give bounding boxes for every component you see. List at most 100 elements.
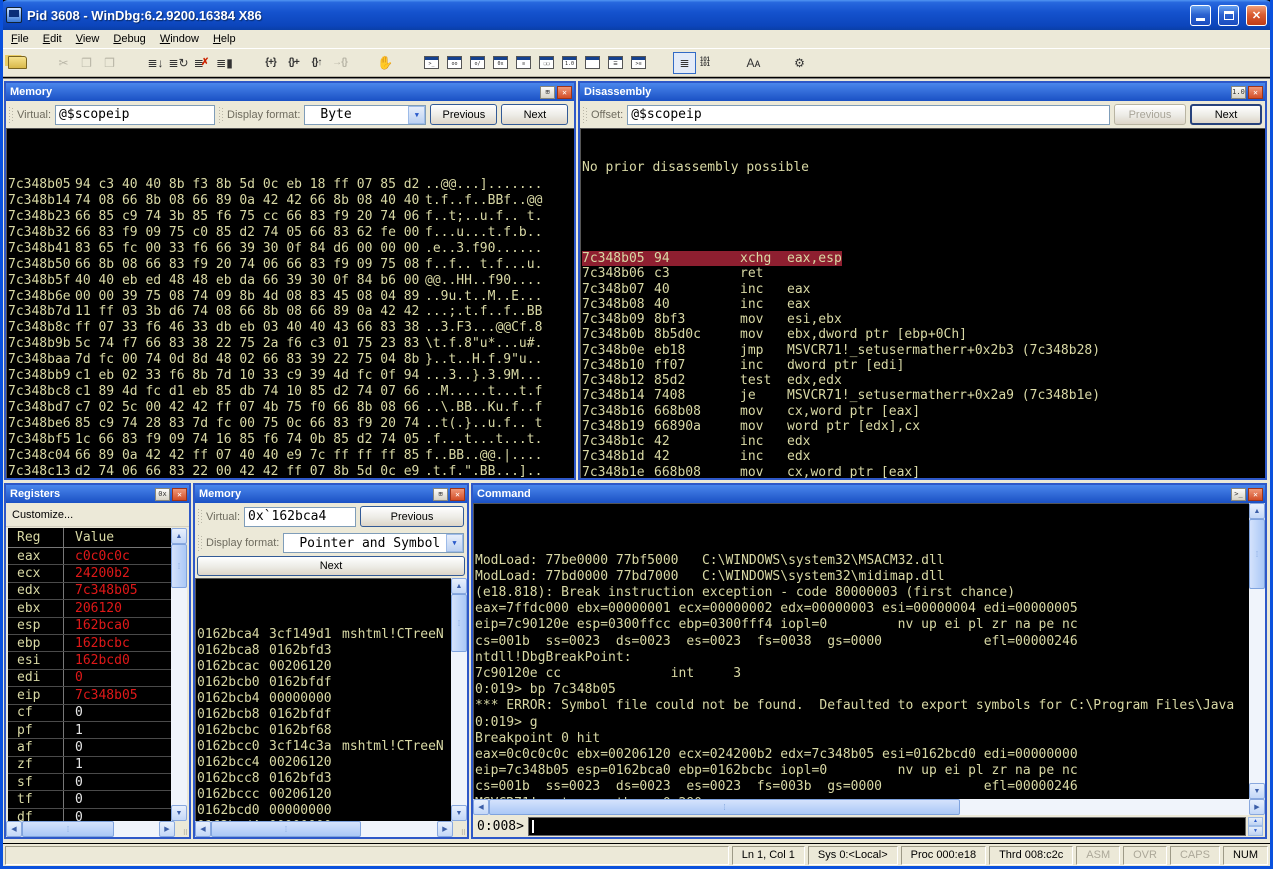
next-button[interactable]: Next <box>501 104 569 125</box>
command-close-icon[interactable] <box>1248 487 1263 501</box>
step-over-button[interactable]: {}+ <box>282 52 305 74</box>
step-into-button[interactable]: {+} <box>259 52 282 74</box>
go-button[interactable]: ≣↓ <box>144 52 167 74</box>
disassembly-dock-icon[interactable]: 1.0 <box>1231 85 1246 99</box>
command-spinner[interactable]: ▲ ▼ <box>1248 816 1263 836</box>
scrollbar-thumb[interactable] <box>22 821 114 837</box>
scroll-up-icon[interactable]: ▲ <box>1249 503 1265 519</box>
scroll-right-icon[interactable]: ▶ <box>1249 799 1265 815</box>
maximize-button[interactable] <box>1218 4 1239 26</box>
menu-debug[interactable]: Debug <box>106 31 152 48</box>
scroll-up-icon[interactable]: ▲ <box>171 528 187 544</box>
scroll-left-icon[interactable]: ◀ <box>473 799 489 815</box>
command-hscrollbar[interactable]: ◀ ▶ <box>473 799 1265 815</box>
options-button[interactable]: ⚙ <box>788 52 811 74</box>
open-source-file-button[interactable] <box>6 52 29 74</box>
registers-panel-title-bar: Registers 0x <box>6 485 189 503</box>
registers-window-button[interactable]: 0x <box>489 52 512 74</box>
paste-button[interactable]: ❒ <box>98 52 121 74</box>
memory-hex-dump[interactable]: 7c348b05 94 c3 40 40 8b f3 8b 5d 0c eb 18… <box>6 128 574 478</box>
restart-button[interactable]: ≣↻ <box>167 52 190 74</box>
command-line: eip=7c90120e esp=0300ffcc ebp=0300fff4 i… <box>475 617 1078 633</box>
memory2-dock-icon[interactable]: ⊞ <box>433 487 448 501</box>
command-window-button[interactable]: >_ <box>420 52 443 74</box>
memory-window-button[interactable]: ≡ <box>512 52 535 74</box>
command-browser-window-button[interactable]: >≡ <box>627 52 650 74</box>
scrollbar-thumb[interactable] <box>1249 519 1265 589</box>
watch-window-button[interactable]: oo <box>443 52 466 74</box>
font-button[interactable]: Aᴀ <box>742 52 765 74</box>
memory-dock-icon[interactable]: ⊞ <box>540 85 555 99</box>
previous-button[interactable]: Previous <box>430 104 498 125</box>
scroll-right-icon[interactable]: ▶ <box>437 821 453 837</box>
call-stack-window-button[interactable]: ❏❏ <box>535 52 558 74</box>
command-output[interactable]: ModLoad: 77be0000 77bf5000 C:\WINDOWS\sy… <box>473 503 1249 799</box>
command-input[interactable] <box>527 816 1246 836</box>
locals-window-button[interactable]: o/ <box>466 52 489 74</box>
virtual-address-input[interactable] <box>55 104 216 125</box>
chevron-down-icon[interactable]: ▼ <box>446 534 463 552</box>
copy-button[interactable]: ❐ <box>75 52 98 74</box>
memory-close-icon[interactable] <box>557 85 572 99</box>
virtual-address-input[interactable] <box>244 506 357 527</box>
source-mode-toggle-button[interactable]: ≣ <box>673 51 696 74</box>
toolbar-separator <box>397 52 420 74</box>
next-button[interactable]: Next <box>197 556 465 576</box>
menu-edit[interactable]: Edit <box>36 31 69 48</box>
memory-row: 0162bcac 00206120 <box>197 659 332 674</box>
scrollbar-thumb[interactable] <box>489 799 961 815</box>
scroll-left-icon[interactable]: ◀ <box>195 821 211 837</box>
scroll-down-icon[interactable]: ▼ <box>171 805 187 821</box>
previous-button[interactable]: Previous <box>1114 104 1186 125</box>
display-format-select[interactable]: Byte ▼ <box>304 104 427 125</box>
offset-input[interactable] <box>627 104 1110 125</box>
disassembly-window-button[interactable]: 1.0 <box>558 52 581 74</box>
scroll-left-icon[interactable]: ◀ <box>6 821 22 837</box>
memory2-dump[interactable]: 0162bca4 3cf149d1 mshtml!CTreeN 0162bca8 016… <box>195 578 451 821</box>
display-format-select[interactable]: Pointer and Symbol ▼ <box>283 533 464 553</box>
scroll-right-icon[interactable]: ▶ <box>159 821 175 837</box>
menu-file[interactable]: File <box>4 31 36 48</box>
spin-up-icon[interactable]: ▲ <box>1248 816 1263 826</box>
menu-window[interactable]: Window <box>153 31 206 48</box>
scrollbar-thumb[interactable] <box>171 544 187 588</box>
command-vscrollbar[interactable]: ▲ ▼ <box>1249 503 1265 799</box>
scrollbar-thumb[interactable] <box>211 821 361 837</box>
registers-table[interactable]: Reg Value eax c0c0c0c ecx 24200b2 edx 7c348b0… <box>8 528 171 821</box>
break-button[interactable]: ≣▮ <box>213 52 236 74</box>
offset-label: Offset: <box>591 108 624 121</box>
registers-hscrollbar[interactable]: ◀ ▶ <box>6 821 175 837</box>
stop-debugging-button[interactable]: ≣ <box>190 52 213 74</box>
minimize-button[interactable] <box>1190 4 1211 26</box>
spin-down-icon[interactable]: ▼ <box>1248 826 1263 836</box>
scroll-up-icon[interactable]: ▲ <box>451 578 467 594</box>
menu-view[interactable]: View <box>69 31 107 48</box>
scroll-down-icon[interactable]: ▼ <box>1249 783 1265 799</box>
processes-threads-window-button[interactable]: ☰ <box>604 52 627 74</box>
disassembly-listing[interactable]: No prior disassembly possible 7c348b05 94… <box>580 128 1265 478</box>
registers-close-icon[interactable] <box>172 487 187 501</box>
insert-remove-breakpoint-button[interactable]: ✋ <box>374 52 397 74</box>
memory2-vscrollbar[interactable]: ▲ ▼ <box>451 578 467 821</box>
customize-button[interactable]: Customize... <box>6 503 189 527</box>
resize-grip[interactable]: ⠿ <box>175 821 189 837</box>
cut-button[interactable]: ✂ <box>52 52 75 74</box>
command-dock-icon[interactable]: >_ <box>1231 487 1246 501</box>
scratch-pad-window-button[interactable] <box>581 52 604 74</box>
memory-display-button[interactable]: 101 101 <box>696 52 719 74</box>
close-button[interactable]: ✕ <box>1246 4 1267 26</box>
registers-vscrollbar[interactable]: ▲ ▼ <box>171 528 187 821</box>
step-out-button[interactable]: {}↑ <box>305 52 328 74</box>
memory2-close-icon[interactable] <box>450 487 465 501</box>
chevron-down-icon[interactable]: ▼ <box>408 105 426 124</box>
menu-help[interactable]: Help <box>206 31 243 48</box>
run-to-cursor-button[interactable]: →{} <box>328 52 351 74</box>
scrollbar-thumb[interactable] <box>451 594 467 652</box>
registers-dock-icon[interactable]: 0x <box>155 487 170 501</box>
previous-button[interactable]: Previous <box>360 506 464 527</box>
scroll-down-icon[interactable]: ▼ <box>451 805 467 821</box>
memory2-hscrollbar[interactable]: ◀ ▶ <box>195 821 453 837</box>
disassembly-close-icon[interactable] <box>1248 85 1263 99</box>
resize-grip[interactable]: ⠿ <box>453 821 467 837</box>
next-button[interactable]: Next <box>1190 104 1262 125</box>
